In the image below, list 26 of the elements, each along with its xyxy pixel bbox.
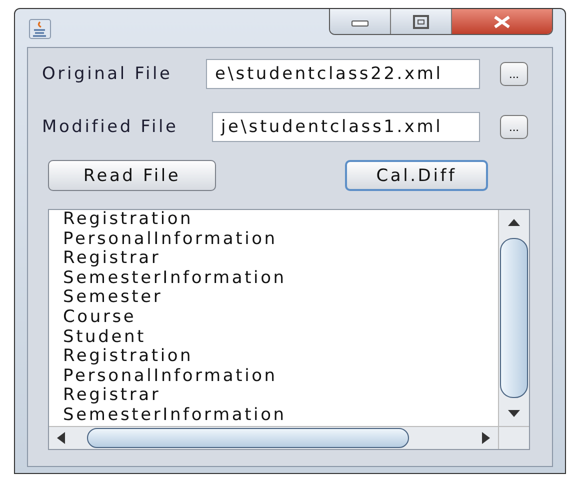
list-item[interactable]: SemesterInformation	[63, 268, 498, 288]
field-label: Modified File	[42, 117, 180, 137]
file-path-field[interactable]: je\studentclass1.xml	[212, 112, 480, 142]
field-label: Original File	[42, 64, 174, 84]
action-button[interactable]: Cal.Diff	[345, 160, 488, 191]
list-item[interactable]: Registrar	[63, 249, 498, 269]
list-item[interactable]: Registration	[63, 347, 498, 367]
action-button[interactable]: Read File	[48, 160, 216, 191]
browse-button[interactable]: ...	[500, 62, 528, 86]
minimize-button[interactable]	[330, 9, 391, 34]
horizontal-scrollbar[interactable]	[49, 427, 498, 449]
list-item[interactable]: Course	[63, 308, 498, 328]
file-path-field[interactable]: e\studentclass22.xml	[206, 59, 480, 89]
list-item[interactable]: PersonalInformation	[63, 366, 498, 386]
maximize-button[interactable]	[391, 9, 452, 34]
browse-button[interactable]: ...	[500, 115, 528, 139]
list-item[interactable]: PersonalInformation	[63, 230, 498, 250]
list-item[interactable]: Student	[63, 328, 498, 348]
list-item[interactable]: Registration	[63, 210, 498, 230]
close-button[interactable]	[452, 9, 552, 34]
list-item[interactable]: SemesterInformation	[63, 406, 498, 426]
vertical-scrollbar[interactable]	[498, 210, 529, 426]
close-icon	[492, 14, 512, 28]
list-item[interactable]: Semester	[63, 288, 498, 308]
maximize-icon	[413, 14, 429, 28]
list-item[interactable]: Registrar	[63, 386, 498, 406]
